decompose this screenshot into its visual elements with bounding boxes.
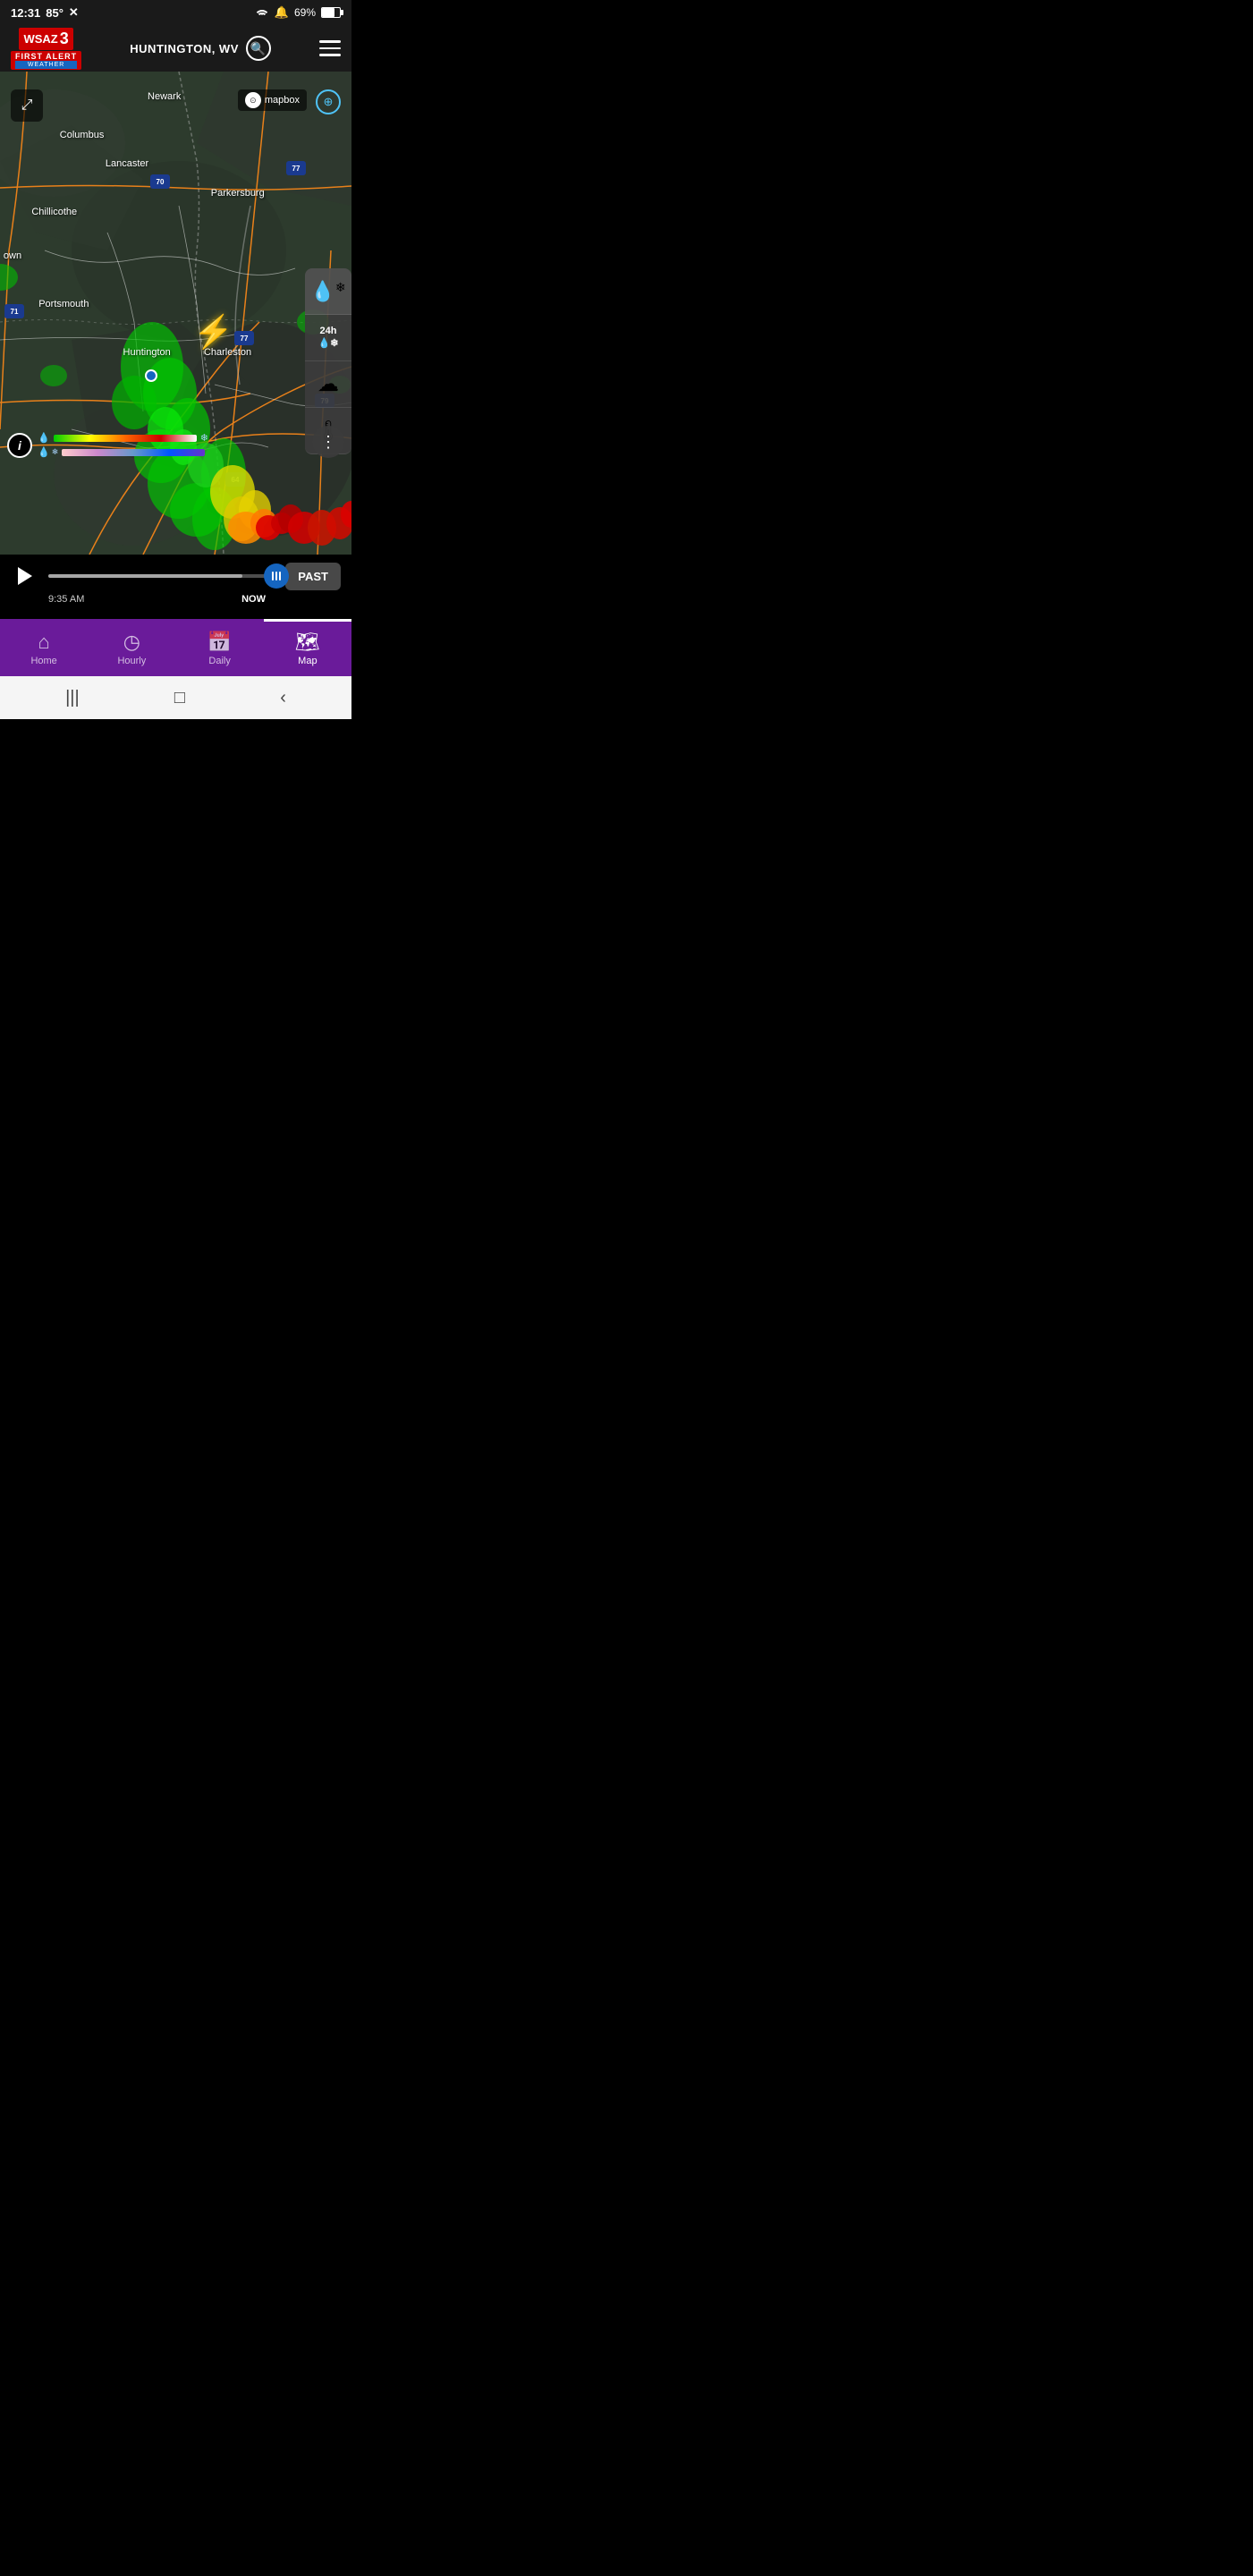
svg-text:77: 77 — [241, 335, 249, 343]
x-icon: ✕ — [69, 5, 79, 20]
nav-home-label: Home — [30, 656, 56, 666]
battery-percent: 69% — [294, 6, 316, 19]
expand-map-button[interactable]: ⤢ — [11, 89, 43, 122]
snow-drop-icon: 💧 — [38, 446, 50, 458]
svg-text:71: 71 — [11, 308, 19, 316]
start-time-label: 9:35 AM — [48, 594, 84, 605]
lightning-icon: ⚡ — [193, 313, 233, 351]
bottom-navigation: ⌂ Home ◷ Hourly 📅 Daily 🗺 Map — [0, 619, 351, 676]
recent-apps-button[interactable]: ||| — [65, 688, 80, 708]
status-left: 12:31 85° ✕ — [11, 5, 79, 20]
nav-hourly[interactable]: ◷ Hourly — [88, 619, 175, 676]
rain-legend-bar — [54, 435, 197, 442]
system-navigation: ||| □ ‹ — [0, 676, 351, 719]
cloud-layer-button[interactable]: ☁ — [305, 361, 351, 408]
rain-icon: 💧❄ — [310, 280, 345, 303]
back-system-button[interactable]: ‹ — [280, 688, 286, 708]
play-icon — [18, 567, 32, 585]
nav-hourly-label: Hourly — [117, 656, 146, 666]
app-header: WSAZ 3 FIRST ALERT WEATHER HUNTINGTON, W… — [0, 25, 351, 72]
map-svg: 70 77 71 77 79 64 — [0, 72, 351, 555]
nav-home[interactable]: ⌂ Home — [0, 619, 88, 676]
search-icon: 🔍 — [250, 41, 267, 56]
logo-first-alert: FIRST ALERT — [15, 52, 77, 61]
timeline-track[interactable] — [48, 574, 276, 578]
radar-legend: i 💧 ❄ 💧 ❄ — [7, 432, 208, 458]
app-logo: WSAZ 3 FIRST ALERT WEATHER — [11, 28, 81, 70]
timeline-bar: PAST 9:35 AM NOW — [0, 555, 351, 619]
more-options-button[interactable]: ⋮ — [312, 426, 344, 458]
timeline-thumb[interactable] — [264, 564, 289, 589]
logo-wsaz: WSAZ — [23, 32, 57, 46]
status-bar: 12:31 85° ✕ 🔔 69% — [0, 0, 351, 25]
map-icon: 🗺 — [295, 632, 320, 652]
logo-number: 3 — [60, 30, 69, 48]
search-button[interactable]: 🔍 — [246, 36, 271, 61]
battery-icon — [321, 7, 341, 18]
svg-text:77: 77 — [292, 165, 301, 173]
time-display: 12:31 — [11, 6, 40, 20]
snowflake-legend-icon: ❄ — [200, 432, 208, 444]
menu-button[interactable] — [319, 40, 341, 56]
cloud-icon: ☁ — [317, 371, 339, 397]
center-location-button[interactable]: ⊕ — [316, 89, 341, 114]
logo-weather: WEATHER — [15, 61, 77, 69]
home-system-button[interactable]: □ — [174, 688, 185, 708]
target-icon: ⊕ — [324, 95, 334, 109]
user-location-dot — [145, 369, 157, 382]
nav-map-label: Map — [298, 656, 317, 666]
ellipsis-vertical-icon: ⋮ — [320, 433, 336, 452]
nav-daily[interactable]: 📅 Daily — [176, 619, 264, 676]
status-right: 🔔 69% — [255, 5, 341, 20]
rain-layer-button[interactable]: 💧❄ — [305, 268, 351, 315]
mapbox-logo: ⊙ mapbox — [238, 89, 307, 111]
temperature-display: 85° — [46, 6, 63, 20]
clock-icon: ◷ — [123, 632, 140, 652]
timeline-labels: 9:35 AM NOW — [11, 594, 341, 605]
now-label: NOW — [241, 594, 269, 605]
alarm-icon: 🔔 — [275, 5, 289, 20]
mapbox-compass-icon: ⊙ — [245, 92, 261, 108]
location-display[interactable]: HUNTINGTON, WV 🔍 — [130, 36, 271, 61]
snow-legend-bar — [62, 449, 205, 456]
timeline-controls: PAST — [11, 562, 341, 590]
legend-row-rain: i 💧 ❄ 💧 ❄ — [7, 432, 208, 458]
rain-drop-icon: 💧 — [38, 432, 50, 444]
24h-layer-button[interactable]: 24h💧❄ — [305, 315, 351, 361]
nav-daily-label: Daily — [208, 656, 230, 666]
timeline-progress-fill — [48, 574, 242, 578]
map-container[interactable]: 70 77 71 77 79 64 — [0, 72, 351, 555]
calendar-icon: 📅 — [207, 632, 232, 652]
nav-map[interactable]: 🗺 Map — [264, 619, 351, 676]
wifi-icon — [255, 6, 269, 20]
thumb-handle-icon — [272, 572, 281, 580]
past-button[interactable]: PAST — [285, 563, 341, 590]
info-button[interactable]: i — [7, 433, 32, 458]
expand-icon: ⤢ — [21, 97, 33, 114]
play-button[interactable] — [11, 562, 39, 590]
home-icon: ⌂ — [38, 632, 49, 652]
svg-text:70: 70 — [157, 178, 165, 186]
24h-label: 24h💧❄ — [318, 326, 339, 349]
